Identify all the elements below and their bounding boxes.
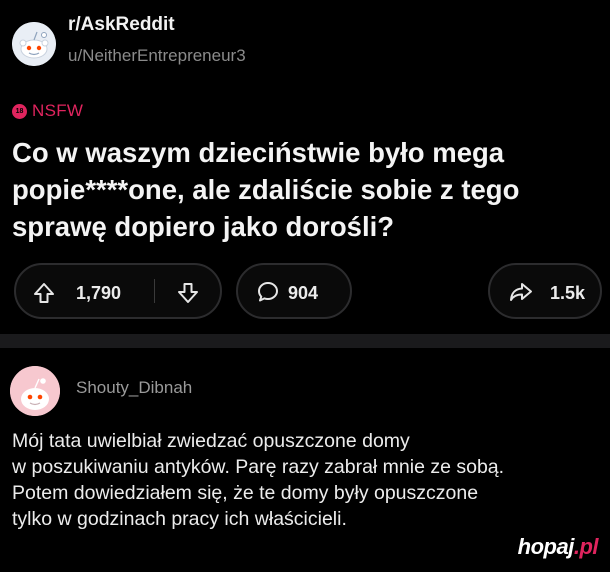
commenter-avatar[interactable] [10, 366, 60, 416]
comment-line: Potem dowiedziałem się, że te domy były … [12, 482, 479, 504]
comment-count: 904 [288, 283, 319, 303]
share-count: 1.5k [550, 283, 586, 303]
comment-card: Shouty_Dibnah Mój tata uwielbiał zwiedza… [0, 348, 610, 572]
upvote-count: 1,790 [76, 283, 122, 303]
comment-line: w poszukiwaniu antyków. Parę razy zabrał… [12, 456, 505, 478]
watermark-logo: hopaj.pl [517, 534, 599, 560]
vote-divider [154, 279, 155, 303]
reddit-alien-icon [12, 22, 56, 66]
comments-button[interactable]: 904 [236, 263, 352, 319]
share-button[interactable]: 1.5k [488, 263, 602, 319]
subreddit-name[interactable]: r/AskReddit [68, 14, 175, 36]
comment-line: Mój tata uwielbiał zwiedzać opuszczone d… [12, 430, 410, 452]
share-arrow-icon [508, 280, 534, 309]
comment-text: Mój tata uwielbiał zwiedzać opuszczone d… [12, 428, 608, 532]
comment-line: tylko w godzinach pracy ich właścicieli. [12, 508, 347, 530]
watermark-main: hopaj [517, 534, 575, 559]
vote-bar: 1,790 [14, 263, 222, 319]
nsfw-badge-icon: 18 [12, 103, 27, 119]
downvote-icon[interactable] [176, 281, 200, 310]
post-title[interactable]: Co w waszym dzieciństwie było mega popie… [12, 134, 602, 245]
nsfw-label: NSFW [32, 101, 84, 120]
post-card: r/AskReddit u/NeitherEntrepreneur3 18 NS… [0, 0, 610, 334]
section-divider [0, 334, 610, 348]
subreddit-avatar[interactable] [12, 22, 56, 66]
reddit-alien-icon [10, 366, 60, 416]
comment-bubble-icon [256, 280, 280, 309]
nsfw-tag: 18 NSFW [12, 101, 83, 121]
watermark-tld: .pl [573, 534, 599, 559]
upvote-icon[interactable] [32, 281, 56, 310]
commenter-username[interactable]: Shouty_Dibnah [76, 378, 192, 398]
post-author[interactable]: u/NeitherEntrepreneur3 [68, 46, 246, 66]
